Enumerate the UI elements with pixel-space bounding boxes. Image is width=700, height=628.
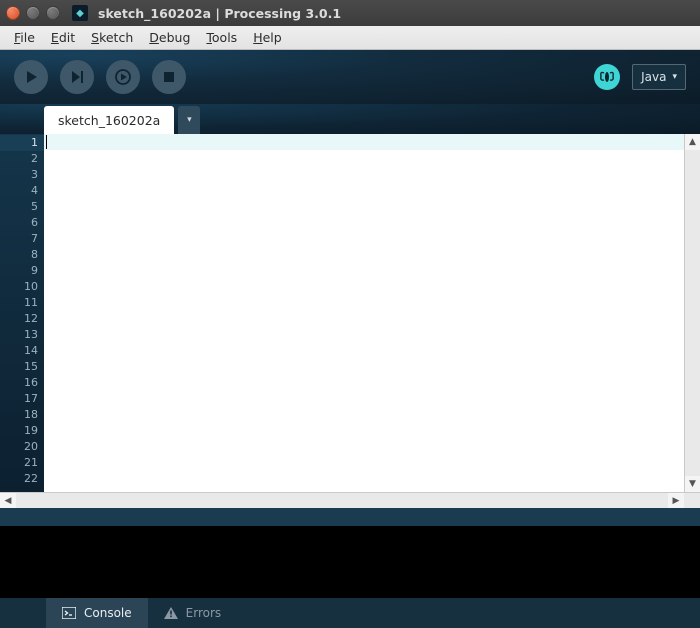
line-number: 10 <box>0 279 38 295</box>
line-number: 18 <box>0 407 38 423</box>
chevron-down-icon: ▾ <box>672 72 677 82</box>
line-number: 8 <box>0 247 38 263</box>
debug-toggle-button[interactable] <box>594 64 620 90</box>
line-number: 21 <box>0 455 38 471</box>
line-number: 20 <box>0 439 38 455</box>
stop-button[interactable] <box>152 60 186 94</box>
errors-tab-label: Errors <box>186 606 222 620</box>
warning-icon <box>164 607 178 619</box>
menu-tools[interactable]: Tools <box>198 28 245 47</box>
active-line-highlight <box>44 134 684 150</box>
line-number: 11 <box>0 295 38 311</box>
run-button[interactable] <box>14 60 48 94</box>
debug-run-button[interactable] <box>106 60 140 94</box>
horizontal-scrollbar[interactable]: ◀ ▶ <box>0 492 700 508</box>
window-title: sketch_160202a | Processing 3.0.1 <box>98 6 341 21</box>
debug-butterfly-icon <box>599 69 615 85</box>
console-tab[interactable]: Console <box>46 598 148 628</box>
scroll-right-icon[interactable]: ▶ <box>668 493 684 508</box>
app-window: ◆ sketch_160202a | Processing 3.0.1 File… <box>0 0 700 628</box>
bottom-tab-bar: Console Errors <box>0 598 700 628</box>
sketch-tab-label: sketch_160202a <box>58 113 160 128</box>
console-tab-label: Console <box>84 606 132 620</box>
status-strip <box>0 508 700 526</box>
scroll-corner <box>684 493 700 508</box>
line-number: 4 <box>0 183 38 199</box>
line-number: 9 <box>0 263 38 279</box>
line-number: 2 <box>0 151 38 167</box>
line-number: 15 <box>0 359 38 375</box>
run-icon <box>24 70 38 84</box>
line-number: 7 <box>0 231 38 247</box>
editor-area: 12345678910111213141516171819202122 ▲ ▼ … <box>0 134 700 526</box>
line-number: 22 <box>0 471 38 487</box>
menu-debug[interactable]: Debug <box>141 28 198 47</box>
chevron-down-icon: ▾ <box>187 115 192 125</box>
console-icon <box>62 607 76 619</box>
tab-bar: sketch_160202a ▾ <box>0 104 700 134</box>
titlebar[interactable]: ◆ sketch_160202a | Processing 3.0.1 <box>0 0 700 26</box>
debug-run-icon <box>115 69 131 85</box>
mode-selector[interactable]: Java ▾ <box>632 64 686 90</box>
text-cursor <box>46 135 47 149</box>
sketch-tab[interactable]: sketch_160202a <box>44 106 174 134</box>
line-gutter: 12345678910111213141516171819202122 <box>0 134 44 492</box>
step-button[interactable] <box>60 60 94 94</box>
mode-label: Java <box>641 70 666 84</box>
app-icon: ◆ <box>72 5 88 21</box>
vscroll-track[interactable] <box>685 150 700 476</box>
line-number: 17 <box>0 391 38 407</box>
menu-help[interactable]: Help <box>245 28 290 47</box>
errors-tab[interactable]: Errors <box>148 598 238 628</box>
menu-edit[interactable]: Edit <box>43 28 83 47</box>
line-number: 12 <box>0 311 38 327</box>
line-number: 13 <box>0 327 38 343</box>
line-number: 19 <box>0 423 38 439</box>
tab-dropdown-button[interactable]: ▾ <box>178 106 200 134</box>
menubar: File Edit Sketch Debug Tools Help <box>0 26 700 50</box>
line-number: 14 <box>0 343 38 359</box>
scroll-down-icon[interactable]: ▼ <box>685 476 700 492</box>
code-editor[interactable] <box>44 134 684 492</box>
line-number: 1 <box>0 135 44 151</box>
present-icon <box>70 70 84 84</box>
hscroll-track[interactable] <box>16 493 668 508</box>
toolbar: Java ▾ <box>0 50 700 104</box>
scroll-up-icon[interactable]: ▲ <box>685 134 700 150</box>
stop-icon <box>163 71 175 83</box>
maximize-icon[interactable] <box>46 6 60 20</box>
line-number: 6 <box>0 215 38 231</box>
line-number: 16 <box>0 375 38 391</box>
scroll-left-icon[interactable]: ◀ <box>0 493 16 508</box>
line-number: 3 <box>0 167 38 183</box>
console-output[interactable] <box>0 526 700 598</box>
vertical-scrollbar[interactable]: ▲ ▼ <box>684 134 700 492</box>
menu-file[interactable]: File <box>6 28 43 47</box>
line-number: 5 <box>0 199 38 215</box>
menu-sketch[interactable]: Sketch <box>83 28 141 47</box>
minimize-icon[interactable] <box>26 6 40 20</box>
close-icon[interactable] <box>6 6 20 20</box>
